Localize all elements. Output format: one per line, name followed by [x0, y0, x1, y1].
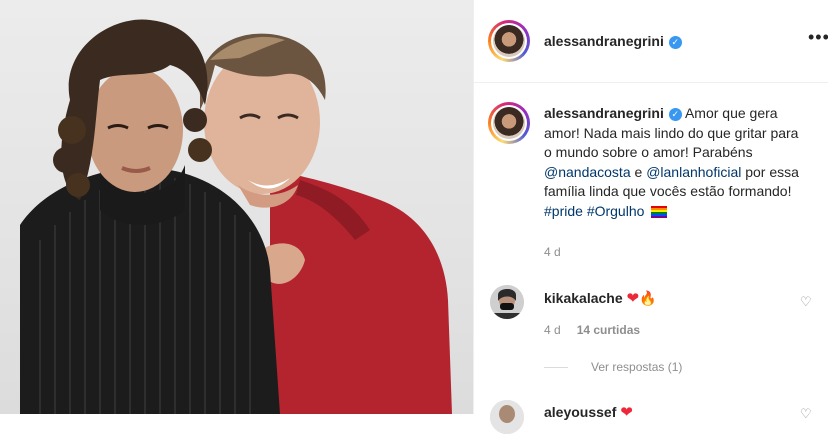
post-header: alessandranegrini ✓ ••• — [474, 0, 828, 83]
caption-part2: e — [634, 163, 643, 180]
caption-author-avatar[interactable] — [488, 102, 530, 144]
replies-divider — [544, 367, 568, 368]
comment-username-aleyoussef[interactable]: aleyoussef — [544, 404, 616, 420]
author-username-text[interactable]: alessandranegrini — [544, 33, 664, 49]
pride-flag-icon — [651, 205, 668, 218]
heart-emoji: ❤ — [626, 290, 640, 307]
photo-illustration — [20, 19, 452, 414]
like-comment-heart-icon[interactable]: ♡ — [800, 406, 812, 422]
comment-2: aleyoussef ❤ — [544, 403, 633, 421]
mention-lanlanhoficial[interactable]: @lanlanhoficial — [646, 164, 741, 180]
comment-1-likes[interactable]: 14 curtidas — [577, 323, 640, 337]
caption-verified-icon: ✓ — [668, 107, 682, 121]
heart-emoji: ❤ — [620, 404, 633, 421]
comment-avatar-kikakalache[interactable] — [490, 285, 524, 319]
like-comment-heart-icon[interactable]: ♡ — [800, 294, 812, 310]
author-avatar[interactable] — [488, 20, 530, 62]
comment-1-meta: 4 d 14 curtidas — [544, 323, 640, 337]
fire-emoji: 🔥 — [639, 290, 657, 306]
mention-nandacosta[interactable]: @nandacosta — [544, 164, 631, 180]
hashtag-orgulho[interactable]: #Orgulho — [587, 203, 645, 219]
hashtag-pride[interactable]: #pride — [544, 203, 583, 219]
comment-1-time[interactable]: 4 d — [544, 323, 561, 337]
post-photo[interactable] — [0, 0, 473, 414]
comment-1: kikakalache ❤🔥 — [544, 289, 657, 307]
caption-text: alessandranegrini ✓ Amor que gera amor! N… — [544, 104, 804, 221]
post-side-panel: alessandranegrini ✓ ••• alessandranegrini… — [474, 0, 828, 434]
caption-author-username[interactable]: alessandranegrini — [544, 105, 664, 121]
comment-username-kikakalache[interactable]: kikakalache — [544, 290, 623, 306]
author-username[interactable]: alessandranegrini ✓ — [544, 33, 682, 49]
view-replies-button[interactable]: Ver respostas (1) — [591, 360, 682, 374]
caption-timestamp[interactable]: 4 d — [544, 245, 561, 259]
verified-icon: ✓ — [668, 35, 682, 49]
more-options-icon[interactable]: ••• — [808, 28, 828, 46]
comment-avatar-aleyoussef[interactable] — [490, 400, 524, 434]
